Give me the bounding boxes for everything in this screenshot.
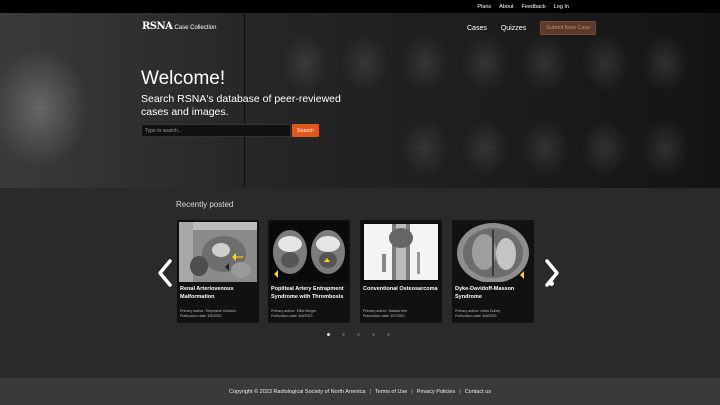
footer-contact-link[interactable]: Contact us — [465, 389, 491, 395]
about-link[interactable]: About — [499, 4, 513, 10]
case-thumbnail-image — [270, 222, 348, 282]
case-card[interactable]: Dyke-Davidoff-Masson Syndrome Primary au… — [452, 220, 534, 323]
plans-link[interactable]: Plans — [477, 4, 491, 10]
case-thumbnail-image — [179, 222, 257, 282]
case-thumbnail-image — [362, 222, 440, 282]
nav-quizzes[interactable]: Quizzes — [501, 25, 526, 32]
hero-tagline: Search RSNA's database of peer-reviewed … — [141, 93, 341, 118]
footer-separator: | — [369, 388, 371, 395]
utility-bar: Plans About Feedback Log In — [0, 0, 720, 13]
case-date: Publication date: 6/5/2023 — [180, 314, 222, 318]
footer-separator: | — [411, 388, 413, 395]
search-button[interactable]: Search — [292, 124, 319, 137]
case-thumbnail-image — [454, 222, 532, 282]
case-meta: Primary author: Stephanie Goldwin Public… — [180, 309, 258, 319]
case-title: Popliteal Artery Entrapment Syndrome wit… — [271, 286, 344, 300]
case-meta: Primary author: Arfan Dubey Publication … — [455, 309, 533, 319]
carousel-prev-arrow-icon[interactable] — [156, 258, 174, 288]
carousel-dot[interactable] — [387, 333, 390, 336]
case-card[interactable]: Conventional Osteosarcoma Primary author… — [360, 220, 442, 323]
case-card[interactable]: Popliteal Artery Entrapment Syndrome wit… — [268, 220, 350, 323]
case-title: Dyke-Davidoff-Masson Syndrome — [455, 286, 515, 300]
footer-terms-link[interactable]: Terms of Use — [375, 389, 407, 395]
carousel-dot[interactable] — [327, 333, 330, 336]
case-meta: Primary author: Elliot Berger Publicatio… — [271, 309, 349, 319]
submit-case-button[interactable]: Submit New Case — [540, 21, 597, 35]
case-card[interactable]: Renal Arteriovenous Malformation Primary… — [177, 220, 259, 323]
carousel-dot[interactable] — [372, 333, 375, 336]
case-date: Publication date: 6/7/2023 — [363, 314, 405, 318]
footer-separator: | — [459, 388, 461, 395]
welcome-heading: Welcome! — [141, 68, 226, 89]
carousel-dots — [327, 333, 402, 336]
login-link[interactable]: Log In — [554, 4, 569, 10]
search-input[interactable] — [141, 124, 291, 137]
site-footer: Copyright © 2023 Radiological Society of… — [0, 378, 720, 405]
mouse-cursor — [549, 281, 554, 286]
footer-privacy-link[interactable]: Privacy Policies — [417, 389, 456, 395]
feedback-link[interactable]: Feedback — [522, 4, 546, 10]
carousel-dot[interactable] — [342, 333, 345, 336]
case-date: Publication date: 6/6/2023 — [271, 314, 313, 318]
case-meta: Primary author: Natalia Kerr Publication… — [363, 309, 441, 319]
site-logo[interactable]: RSNA Case Collection — [142, 21, 216, 32]
carousel-dot[interactable] — [357, 333, 360, 336]
logo-mark: RSNA — [142, 21, 173, 32]
case-title: Conventional Osteosarcoma — [363, 286, 438, 292]
nav-cases[interactable]: Cases — [467, 25, 487, 32]
case-date: Publication date: 6/8/2023 — [455, 314, 497, 318]
case-title: Renal Arteriovenous Malformation — [180, 286, 234, 300]
main-nav: Cases Quizzes Submit New Case — [467, 21, 597, 35]
logo-subtitle: Case Collection — [174, 25, 217, 31]
footer-copyright: Copyright © 2023 Radiological Society of… — [229, 388, 366, 395]
recently-posted-heading: Recently posted — [176, 200, 234, 209]
